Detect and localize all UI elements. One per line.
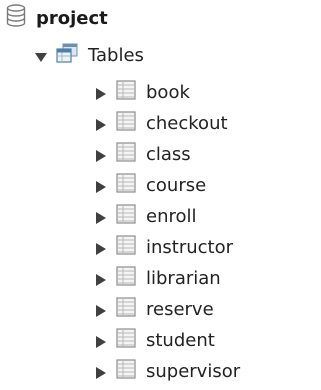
- table-name: enroll: [146, 205, 197, 227]
- tree-item-table-checkout[interactable]: checkout: [94, 108, 228, 138]
- tree-item-table-instructor[interactable]: instructor: [94, 232, 233, 262]
- tree-item-table-supervisor[interactable]: supervisor: [94, 356, 240, 386]
- table-name: supervisor: [146, 360, 241, 382]
- table-name: librarian: [146, 267, 221, 289]
- expand-arrow-right-icon[interactable]: [94, 302, 108, 317]
- expand-arrow-right-icon[interactable]: [94, 116, 108, 131]
- table-icon: [116, 296, 136, 322]
- table-icon: [116, 203, 136, 229]
- table-icon: [116, 141, 136, 167]
- table-icon: [116, 110, 136, 136]
- expand-arrow-right-icon[interactable]: [94, 85, 108, 100]
- tree-node-tables[interactable]: Tables: [34, 40, 144, 70]
- table-name: reserve: [146, 298, 214, 320]
- table-icon: [116, 265, 136, 291]
- tree-item-table-course[interactable]: course: [94, 170, 206, 200]
- expand-arrow-right-icon[interactable]: [94, 240, 108, 255]
- tree-node-database[interactable]: project: [6, 3, 108, 33]
- tree-item-table-book[interactable]: book: [94, 77, 190, 107]
- expand-arrow-right-icon[interactable]: [94, 333, 108, 348]
- expand-arrow-down-icon[interactable]: [34, 48, 48, 62]
- database-name: project: [36, 7, 108, 29]
- tree-item-table-enroll[interactable]: enroll: [94, 201, 197, 231]
- expand-arrow-right-icon[interactable]: [94, 209, 108, 224]
- table-icon: [116, 172, 136, 198]
- schema-tree: project Tables book checkout class cours…: [0, 0, 321, 390]
- table-icon: [116, 327, 136, 353]
- table-name: class: [146, 143, 191, 165]
- tree-item-table-class[interactable]: class: [94, 139, 191, 169]
- tables-folder-icon: [56, 43, 78, 68]
- table-icon: [116, 79, 136, 105]
- table-name: instructor: [146, 236, 234, 258]
- tree-item-table-librarian[interactable]: librarian: [94, 263, 221, 293]
- table-name: student: [146, 329, 215, 351]
- table-icon: [116, 234, 136, 260]
- expand-arrow-right-icon[interactable]: [94, 178, 108, 193]
- table-name: course: [146, 174, 207, 196]
- tree-item-table-student[interactable]: student: [94, 325, 215, 355]
- tree-item-table-reserve[interactable]: reserve: [94, 294, 214, 324]
- table-name: book: [146, 81, 190, 103]
- expand-arrow-right-icon[interactable]: [94, 364, 108, 379]
- database-icon: [6, 3, 26, 33]
- table-name: checkout: [146, 112, 228, 134]
- expand-arrow-right-icon[interactable]: [94, 147, 108, 162]
- expand-arrow-right-icon[interactable]: [94, 271, 108, 286]
- tables-group-label: Tables: [88, 44, 144, 66]
- table-icon: [116, 358, 136, 384]
